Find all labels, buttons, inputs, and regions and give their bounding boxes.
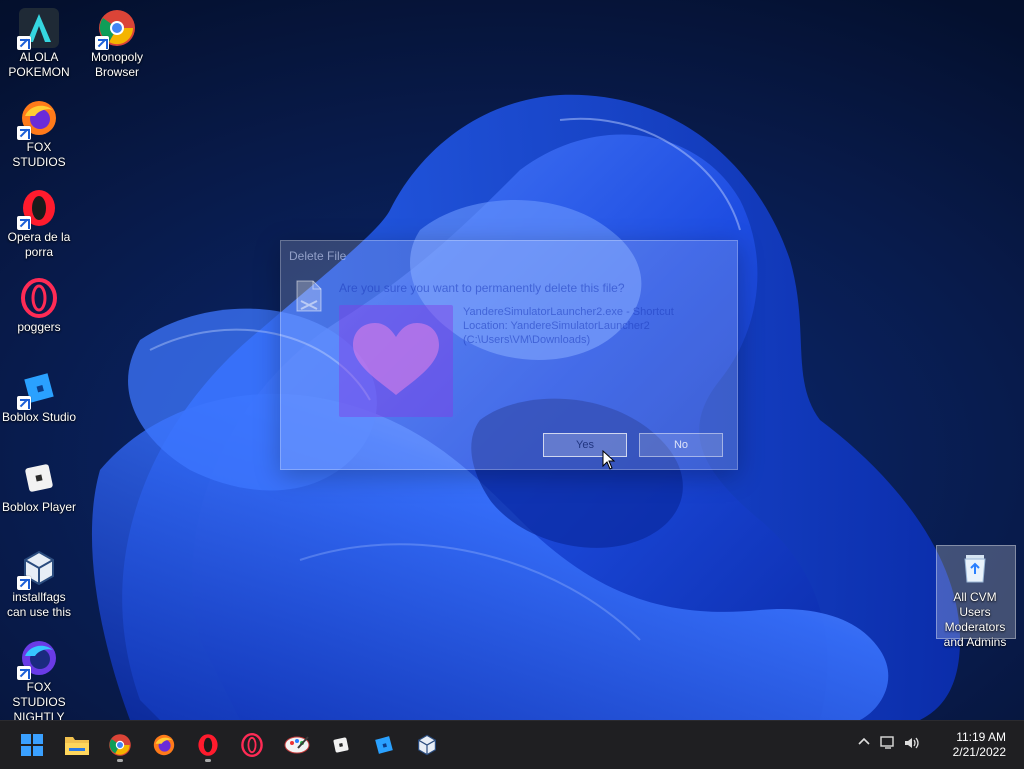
arceus-app-icon <box>17 8 59 50</box>
roblox-studio-icon <box>375 736 393 754</box>
file-name: YandereSimulatorLauncher2.exe - Shortcut <box>463 306 674 318</box>
desktop-icon-opera-de-la-porra[interactable]: Opera de la porra <box>0 188 78 260</box>
desktop-icon-label: Opera de la porra <box>7 230 71 259</box>
desktop-icon-label: All CVM Users Moderators and Admins <box>943 590 1007 649</box>
file-location: Location: YandereSimulatorLauncher2 <box>463 320 650 332</box>
taskbar-opera[interactable] <box>192 729 224 762</box>
taskbar-clock[interactable]: 11:19 AM 2/21/2022 <box>953 730 1006 760</box>
firefox-nightly-icon <box>17 638 59 680</box>
desktop-icon-installfags[interactable]: installfags can use this <box>0 548 78 620</box>
clock-date: 2/21/2022 <box>952 745 1006 759</box>
desktop-icon-label: Boblox Player <box>1 500 77 514</box>
desktop-icon-poggers[interactable]: poggers <box>0 278 78 335</box>
taskbar-firefox[interactable] <box>148 729 180 761</box>
desktop-icon-label: Monopoly Browser <box>90 50 144 79</box>
shortcut-arrow-icon <box>17 36 31 50</box>
taskbar: 11:19 AM 2/21/2022 <box>0 720 1024 769</box>
running-indicator <box>205 759 211 762</box>
shortcut-arrow-icon <box>17 216 31 230</box>
shortcut-arrow-icon <box>95 36 109 50</box>
opera-gx-icon <box>19 278 59 318</box>
desktop-icon-boblox-studio[interactable]: Boblox Studio <box>0 368 78 425</box>
desktop-icon-label: poggers <box>17 320 61 334</box>
dialog-title: Delete File <box>289 249 347 263</box>
virtualbox-icon <box>17 548 59 590</box>
no-button[interactable]: No <box>639 433 723 457</box>
taskbar-virtualbox[interactable] <box>411 729 443 761</box>
dialog-file-details: YandereSimulatorLauncher2.exe - Shortcut… <box>463 305 674 347</box>
desktop-icon-fox-studios-nightly[interactable]: FOX STUDIOS NIGHTLY <box>0 638 78 725</box>
firefox-icon <box>17 98 59 140</box>
taskbar-opera-gx[interactable] <box>236 729 268 761</box>
clock-time: 11:19 AM <box>956 730 1006 744</box>
heart-icon <box>339 305 453 417</box>
chrome-icon <box>109 734 131 756</box>
desktop-icon-label: installfags can use this <box>6 590 72 619</box>
recycle-bin-icon <box>955 548 995 588</box>
mouse-cursor-icon <box>602 449 616 470</box>
file-explorer-icon <box>65 737 89 755</box>
shortcut-arrow-icon <box>17 576 31 590</box>
desktop-icon-label: Boblox Studio <box>1 410 77 424</box>
roblox-player-icon <box>19 458 59 498</box>
volume-icon[interactable] <box>902 735 922 755</box>
shortcut-arrow-icon <box>17 396 31 410</box>
virtualbox-icon <box>418 734 436 756</box>
shortcut-arrow-icon <box>17 666 31 680</box>
system-tray: 11:19 AM 2/21/2022 <box>854 721 1024 769</box>
desktop-icon-label: FOX STUDIOS <box>12 140 66 169</box>
dialog-question: Are you sure you want to permanently del… <box>339 281 625 295</box>
desktop-icon-boblox-player[interactable]: Boblox Player <box>0 458 78 515</box>
paint-brush-icon <box>284 736 310 754</box>
desktop-icon-alola-pokemon[interactable]: ALOLA POKEMON <box>0 8 78 80</box>
desktop-icon-fox-studios[interactable]: FOX STUDIOS <box>0 98 78 170</box>
desktop-icon-label: FOX STUDIOS NIGHTLY <box>12 680 66 724</box>
windows-start-icon <box>21 734 43 756</box>
roblox-player-icon <box>333 737 349 753</box>
taskbar-roblox-studio[interactable] <box>368 729 400 761</box>
desktop-icon-recycle-bin[interactable]: All CVM Users Moderators and Admins <box>936 548 1014 650</box>
chrome-icon <box>95 8 137 50</box>
show-hidden-icons-chevron-up-icon[interactable] <box>854 735 874 755</box>
taskbar-file-explorer[interactable] <box>61 729 93 761</box>
taskbar-chrome[interactable] <box>104 729 136 762</box>
network-icon[interactable] <box>878 735 898 755</box>
desktop-icon-label: ALOLA POKEMON <box>8 50 70 79</box>
file-path: (C:\Users\VM\Downloads) <box>463 334 591 346</box>
firefox-icon <box>153 734 175 756</box>
shortcut-arrow-icon <box>17 126 31 140</box>
file-icon <box>295 279 323 313</box>
desktop-icon-monopoly-browser[interactable]: Monopoly Browser <box>78 8 156 80</box>
delete-file-dialog: Delete File Are you sure you want to per… <box>280 240 738 470</box>
roblox-studio-icon <box>17 368 59 410</box>
taskbar-paint[interactable] <box>281 729 313 761</box>
start-button[interactable] <box>16 729 48 761</box>
taskbar-roblox-player[interactable] <box>325 729 357 761</box>
opera-icon <box>198 734 218 756</box>
running-indicator <box>117 759 123 762</box>
opera-icon <box>17 188 59 230</box>
opera-gx-icon <box>241 733 263 757</box>
